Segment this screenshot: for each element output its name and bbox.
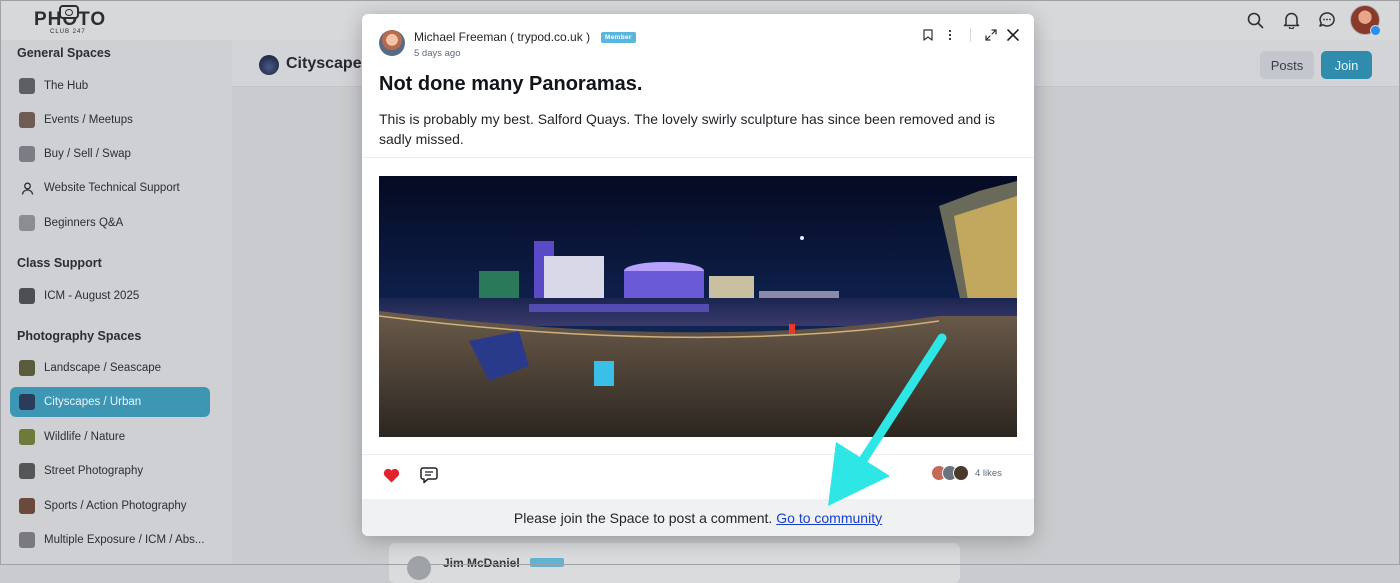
member-badge: Member: [601, 32, 636, 43]
space-thumbnail: [19, 112, 35, 128]
space-thumbnail: [19, 429, 35, 445]
sidebar-item-label: Website Technical Support: [44, 182, 180, 194]
space-avatar: [259, 55, 279, 75]
sidebar-item-label: Landscape / Seascape: [44, 362, 162, 374]
author-avatar[interactable]: [379, 30, 405, 56]
sidebar-item-label: Beginners Q&A: [44, 217, 124, 229]
space-thumbnail: [19, 78, 35, 94]
expand-icon[interactable]: [980, 24, 1002, 46]
user-avatar[interactable]: [1350, 5, 1381, 36]
space-thumbnail: [19, 146, 35, 162]
sidebar-section-title: Class Support: [17, 256, 102, 270]
post-author[interactable]: Michael Freeman ( trypod.co.uk ): [414, 30, 590, 44]
space-thumbnail: [19, 394, 35, 410]
space-thumbnail: [19, 360, 35, 376]
sidebar-item-label: Buy / Sell / Swap: [44, 148, 131, 160]
space-thumbnail: [19, 215, 35, 231]
sidebar-item-sports-action[interactable]: Sports / Action Photography: [10, 491, 210, 521]
comment-icon[interactable]: [416, 462, 442, 488]
sidebar-section-title: General Spaces: [17, 46, 111, 60]
sidebar-item-label: Wildlife / Nature: [44, 431, 126, 443]
sidebar-item-events-meetups[interactable]: Events / Meetups: [10, 105, 210, 135]
join-button[interactable]: Join: [1321, 51, 1372, 79]
bookmark-icon[interactable]: [917, 24, 939, 46]
sidebar: General Spaces The Hub Events / Meetups …: [0, 40, 232, 565]
search-icon[interactable]: [1242, 7, 1268, 33]
avatar: [407, 556, 431, 580]
sidebar-section-title: Photography Spaces: [17, 329, 142, 343]
close-icon[interactable]: [1002, 24, 1024, 46]
sidebar-item-label: Multiple Exposure / ICM / Abs...: [44, 534, 205, 546]
person-icon: [19, 180, 35, 196]
background-post-card[interactable]: Jim McDaniel: [389, 543, 960, 583]
sidebar-item-wildlife-nature[interactable]: Wildlife / Nature: [10, 422, 210, 452]
sidebar-item-the-hub[interactable]: The Hub: [10, 71, 210, 101]
sidebar-item-label: Street Photography: [44, 465, 144, 477]
sidebar-item-website-technical-support[interactable]: Website Technical Support: [10, 173, 210, 203]
divider: [362, 157, 1034, 158]
sidebar-item-label: Sports / Action Photography: [44, 500, 187, 512]
go-to-community-link[interactable]: Go to community: [776, 510, 882, 526]
sidebar-item-label: The Hub: [44, 80, 89, 92]
toolbar-divider: [970, 28, 971, 42]
sidebar-item-label: Events / Meetups: [44, 114, 133, 126]
post-actions: [378, 462, 442, 488]
chat-icon[interactable]: [1314, 7, 1340, 33]
member-badge: [530, 558, 564, 567]
top-icons: [1242, 5, 1381, 36]
sidebar-item-cityscapes-urban[interactable]: Cityscapes / Urban: [10, 387, 210, 417]
post-author: Jim McDaniel: [443, 556, 520, 570]
sidebar-item-icm-august-2025[interactable]: ICM - August 2025: [10, 281, 210, 311]
sidebar-item-street-photography[interactable]: Street Photography: [10, 456, 210, 486]
post-title: Not done many Panoramas.: [379, 73, 643, 95]
sidebar-item-label: ICM - August 2025: [44, 290, 140, 302]
sidebar-item-landscape-seascape[interactable]: Landscape / Seascape: [10, 353, 210, 383]
sidebar-item-label: Cityscapes / Urban: [44, 396, 142, 408]
space-title: Cityscapes: [286, 55, 371, 72]
join-prompt: Please join the Space to post a comment.: [513, 509, 773, 526]
post-time: 5 days ago: [414, 48, 461, 59]
more-options-icon[interactable]: [939, 24, 961, 46]
likes-count: 4 likes: [975, 467, 1002, 479]
space-thumbnail: [19, 463, 35, 479]
sidebar-item-multiple-exposure[interactable]: Multiple Exposure / ICM / Abs...: [10, 525, 210, 555]
space-thumbnail: [19, 498, 35, 514]
posts-button[interactable]: Posts: [1260, 51, 1314, 79]
bell-icon[interactable]: [1278, 7, 1304, 33]
logo-subtext: CLUB 247: [50, 29, 86, 35]
post-body: This is probably my best. Salford Quays.…: [379, 111, 996, 147]
sidebar-item-beginners-qa[interactable]: Beginners Q&A: [10, 208, 210, 238]
heart-icon[interactable]: [378, 462, 404, 488]
annotation-arrow-icon: [828, 333, 947, 506]
site-logo[interactable]: PHOTO CLUB 247: [34, 5, 105, 36]
modal-toolbar: [917, 24, 1024, 46]
space-thumbnail: [19, 532, 35, 548]
sidebar-item-buy-sell-swap[interactable]: Buy / Sell / Swap: [10, 139, 210, 169]
space-thumbnail: [19, 288, 35, 304]
camera-icon: [59, 5, 79, 19]
